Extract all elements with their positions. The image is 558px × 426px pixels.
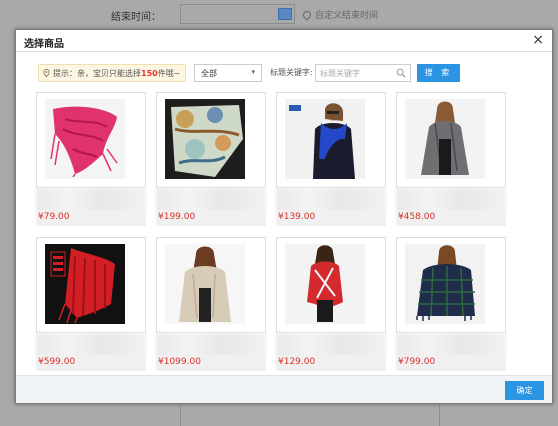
- product-card[interactable]: ¥139.00: [276, 92, 388, 227]
- product-title-blurred: [396, 333, 506, 357]
- end-time-input[interactable]: [180, 4, 295, 24]
- product-price: ¥139.00: [278, 212, 316, 222]
- product-price: ¥1099.00: [158, 357, 201, 367]
- category-select-value: 全部: [201, 69, 217, 78]
- filter-bar: 提示：亲，宝贝只能选择150件哦~ 全部 ▾ 标题关键字: 标题关键字 搜 索: [38, 64, 528, 84]
- product-card[interactable]: ¥599.00: [36, 237, 148, 372]
- confirm-button[interactable]: 确定: [505, 381, 544, 400]
- search-icon[interactable]: [396, 68, 406, 78]
- product-title-blurred: [276, 188, 386, 212]
- product-card[interactable]: ¥458.00: [396, 92, 508, 227]
- silk-print-scarf-image: [165, 99, 245, 179]
- keyword-placeholder: 标题关键字: [320, 69, 360, 78]
- product-card[interactable]: ¥799.00: [396, 237, 508, 372]
- dialog-title: 选择商品: [24, 39, 64, 50]
- product-image: [156, 92, 266, 188]
- product-price: ¥129.00: [278, 357, 316, 367]
- location-pin-icon: [301, 9, 313, 21]
- tip-number: 150: [141, 69, 158, 78]
- product-title-blurred: [156, 333, 266, 357]
- chevron-down-icon: ▾: [251, 68, 255, 76]
- product-image: [396, 92, 506, 188]
- product-card[interactable]: ¥129.00: [276, 237, 388, 372]
- product-card[interactable]: ¥199.00: [156, 92, 268, 227]
- close-icon[interactable]: ×: [532, 32, 544, 48]
- product-title-blurred: [36, 333, 146, 357]
- calendar-icon[interactable]: [278, 8, 292, 20]
- product-price: ¥79.00: [38, 212, 70, 222]
- search-button[interactable]: 搜 索: [417, 64, 460, 82]
- product-title-blurred: [156, 188, 266, 212]
- product-image: [276, 237, 386, 333]
- blue-scarf-model-image: [285, 99, 365, 179]
- keyword-label: 标题关键字:: [270, 68, 313, 77]
- product-card[interactable]: ¥79.00: [36, 92, 148, 227]
- product-title-blurred: [36, 188, 146, 212]
- tip-prefix: 提示：亲，宝贝只能选择: [53, 69, 141, 78]
- grey-scarf-model-image: [405, 99, 485, 179]
- dialog-footer: 确定: [16, 375, 552, 403]
- navy-plaid-scarf-model-image: [405, 244, 485, 324]
- product-title-blurred: [396, 188, 506, 212]
- location-pin-icon: [43, 69, 50, 77]
- red-fringe-scarf-image: [45, 244, 125, 324]
- beige-scarf-model-image: [165, 244, 245, 324]
- end-time-label: 结束时间：: [111, 12, 161, 23]
- keyword-input[interactable]: 标题关键字: [315, 64, 411, 82]
- product-price: ¥458.00: [398, 212, 436, 222]
- product-image: [36, 237, 146, 333]
- background-bottom-box: [180, 405, 440, 426]
- product-image: [396, 237, 506, 333]
- red-white-scarf-model-image: [285, 244, 365, 324]
- custom-end-time-label: 自定义结束时间: [315, 11, 379, 21]
- product-card[interactable]: ¥1099.00: [156, 237, 268, 372]
- product-image: [276, 92, 386, 188]
- product-image: [36, 92, 146, 188]
- product-price: ¥599.00: [38, 357, 76, 367]
- tip-box: 提示：亲，宝贝只能选择150件哦~: [38, 64, 186, 82]
- product-image: [156, 237, 266, 333]
- select-product-dialog: 选择商品 × 提示：亲，宝贝只能选择150件哦~ 全部 ▾ 标题关键字: 标题关…: [15, 29, 553, 404]
- custom-end-time-link[interactable]: 自定义结束时间: [301, 8, 379, 21]
- category-select[interactable]: 全部 ▾: [194, 64, 262, 82]
- product-price: ¥199.00: [158, 212, 196, 222]
- tip-suffix: 件哦~: [157, 69, 181, 78]
- product-price: ¥799.00: [398, 357, 436, 367]
- dialog-header: 选择商品 ×: [16, 30, 552, 52]
- end-time-row: 结束时间： 自定义结束时间: [0, 0, 558, 30]
- pink-scarf-image: [45, 99, 125, 179]
- product-title-blurred: [276, 333, 386, 357]
